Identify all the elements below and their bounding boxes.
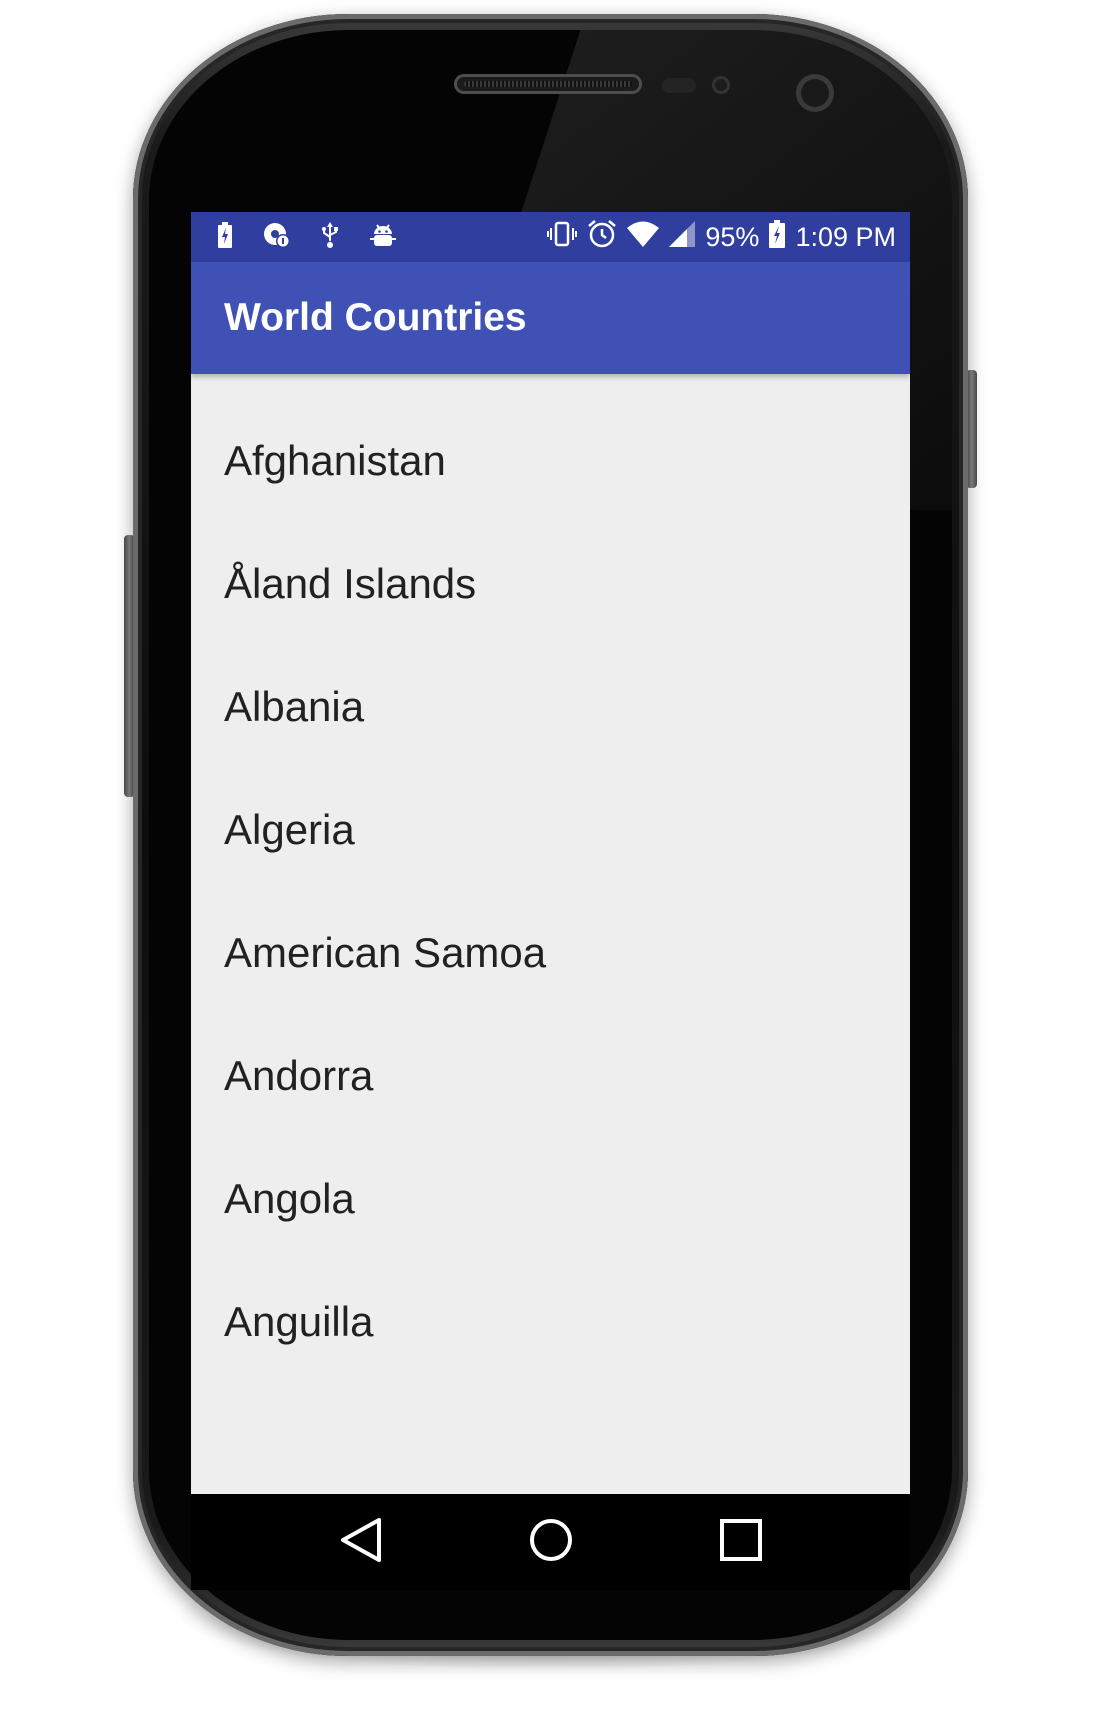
app-title: World Countries — [224, 296, 527, 339]
front-camera — [796, 74, 834, 112]
status-clock: 1:09 PM — [795, 221, 896, 252]
home-button[interactable] — [491, 1494, 611, 1590]
country-item[interactable]: Anguilla — [191, 1260, 910, 1383]
screen: 95% 1:09 PM World Countries Afghanistan … — [191, 212, 910, 1494]
cell-signal-icon — [669, 220, 696, 254]
battery-percent: 95% — [705, 221, 760, 252]
navigation-bar — [191, 1494, 910, 1590]
status-system-icons: 95% 1:09 PM — [547, 212, 896, 262]
earpiece-speaker — [454, 74, 642, 94]
country-item[interactable]: Andorra — [191, 1014, 910, 1137]
country-item[interactable]: Afghanistan — [191, 399, 910, 522]
usb-icon — [321, 221, 339, 254]
battery-icon — [769, 219, 786, 255]
country-item[interactable]: Åland Islands — [191, 522, 910, 645]
wifi-icon — [627, 221, 660, 254]
data-saver-icon — [263, 221, 291, 254]
alarm-icon — [587, 219, 617, 256]
android-debug-icon — [369, 221, 397, 254]
device-mockup: 95% 1:09 PM World Countries Afghanistan … — [0, 0, 1101, 1709]
country-list: Afghanistan Åland Islands Albania Algeri… — [191, 374, 910, 1383]
recents-icon — [719, 1518, 763, 1567]
back-icon — [339, 1517, 383, 1568]
proximity-sensor — [662, 78, 696, 93]
app-bar: World Countries — [191, 262, 910, 374]
vibrate-icon — [547, 220, 578, 255]
country-item[interactable]: Angola — [191, 1137, 910, 1260]
home-icon — [528, 1517, 574, 1568]
battery-charging-icon — [217, 221, 233, 253]
light-sensor — [712, 76, 730, 94]
speaker-grill — [464, 81, 632, 87]
status-notification-icons — [217, 212, 397, 262]
country-item[interactable]: American Samoa — [191, 891, 910, 1014]
country-item[interactable]: Algeria — [191, 768, 910, 891]
back-button[interactable] — [301, 1494, 421, 1590]
status-bar: 95% 1:09 PM — [191, 212, 910, 262]
recents-button[interactable] — [681, 1494, 801, 1590]
country-item[interactable]: Albania — [191, 645, 910, 768]
